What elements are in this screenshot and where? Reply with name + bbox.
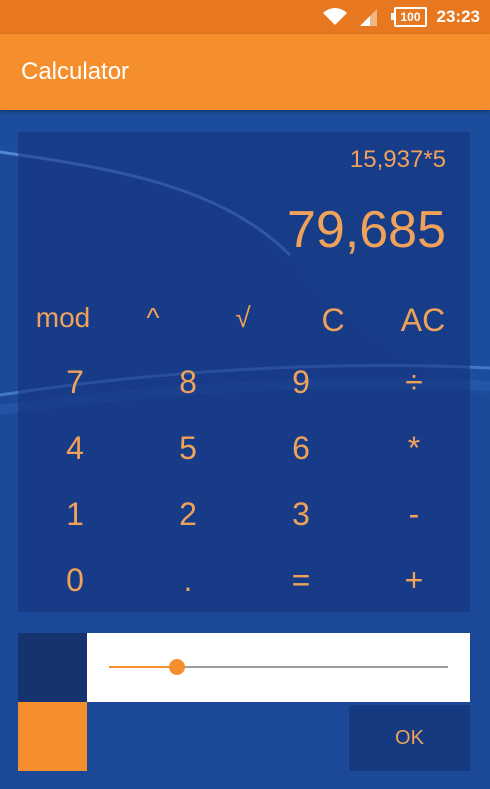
color-swatch-orange[interactable] — [18, 702, 87, 771]
key-divide[interactable]: ÷ — [369, 364, 459, 401]
key-multiply[interactable]: * — [369, 430, 459, 467]
slider-track[interactable] — [109, 659, 448, 675]
slider-thumb[interactable] — [168, 659, 185, 675]
key-equals[interactable]: = — [256, 562, 346, 599]
key-clear[interactable]: C — [288, 302, 378, 339]
key-0[interactable]: 0 — [30, 562, 120, 599]
key-sqrt[interactable]: √ — [198, 302, 288, 334]
key-6[interactable]: 6 — [256, 430, 346, 467]
key-3[interactable]: 3 — [256, 496, 346, 533]
key-2[interactable]: 2 — [143, 496, 233, 533]
key-mod[interactable]: mod — [18, 302, 108, 334]
app-bar: Calculator — [0, 34, 490, 110]
dialog-corner-block — [18, 633, 87, 702]
key-7[interactable]: 7 — [30, 364, 120, 401]
key-plus[interactable]: + — [369, 562, 459, 599]
key-minus[interactable]: - — [369, 496, 459, 533]
battery-indicator: 100 — [391, 7, 427, 27]
key-8[interactable]: 8 — [143, 364, 233, 401]
slider-fill — [109, 666, 177, 668]
key-1[interactable]: 1 — [30, 496, 120, 533]
page-title: Calculator — [21, 58, 130, 85]
status-bar: 100 23:23 — [0, 0, 490, 34]
key-power[interactable]: ^ — [108, 302, 198, 334]
result-display: 79,685 — [286, 201, 446, 259]
key-4[interactable]: 4 — [30, 430, 120, 467]
key-all-clear[interactable]: AC — [378, 302, 468, 339]
key-5[interactable]: 5 — [143, 430, 233, 467]
signal-icon — [358, 7, 378, 27]
slider-container — [87, 633, 470, 702]
key-decimal[interactable]: . — [143, 562, 233, 599]
calculator-panel: 15,937*5 79,685 mod ^ √ C AC 7 8 9 ÷ 4 5… — [18, 132, 470, 612]
ok-button[interactable]: OK — [349, 705, 470, 771]
expression-display: 15,937*5 — [349, 146, 446, 173]
status-clock: 23:23 — [436, 7, 480, 26]
wifi-icon — [322, 7, 348, 27]
key-9[interactable]: 9 — [256, 364, 346, 401]
